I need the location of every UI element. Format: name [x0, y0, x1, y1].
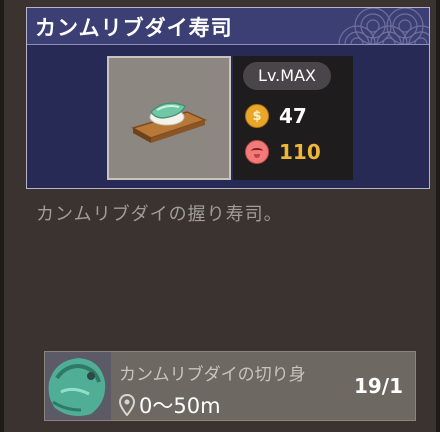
wave-pattern-icon — [338, 8, 429, 44]
ingredient-depth-range: 0～50m — [139, 394, 221, 418]
taste-face-icon — [245, 140, 269, 164]
price-row: $ 47 — [245, 102, 307, 130]
taste-value: 110 — [279, 140, 321, 164]
sushi-dish-icon — [131, 102, 208, 143]
location-pin-icon — [119, 394, 135, 416]
fish-fillet-icon — [45, 352, 111, 420]
taste-row: 110 — [245, 138, 321, 166]
level-badge: Lv.MAX — [243, 62, 331, 90]
ingredient-range-row: 0～50m — [119, 390, 221, 420]
ingredient-thumbnail — [45, 352, 111, 420]
recipe-title: カンムリブダイ寿司 — [35, 16, 233, 40]
ingredient-item[interactable]: カンムリブダイの切り身 0～50m 19/1 — [44, 351, 416, 421]
recipe-stats: Lv.MAX $ 47 110 — [233, 56, 353, 180]
coin-icon: $ — [245, 104, 269, 128]
recipe-header: カンムリブダイ寿司 — [27, 8, 429, 45]
recipe-detail-panel: カンムリブダイ寿司 Lv.MAX $ 47 110 カンムリブダイの握り寿司。 … — [0, 0, 440, 432]
recipe-card: カンムリブダイ寿司 Lv.MAX $ 47 110 — [26, 7, 430, 189]
ingredient-name: カンムリブダイの切り身 — [119, 365, 306, 385]
price-value: 47 — [279, 104, 307, 128]
ingredient-count: 19/1 — [353, 374, 403, 398]
recipe-description: カンムリブダイの握り寿司。 — [36, 204, 283, 225]
dish-image-frame — [107, 56, 231, 180]
